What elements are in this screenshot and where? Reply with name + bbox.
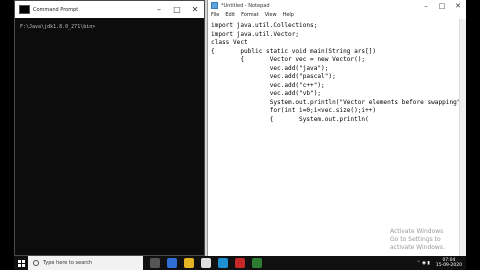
notepad-minimize-button[interactable]: – (418, 0, 434, 11)
watermark-title: Activate Windows (390, 228, 444, 235)
watermark-subtitle: Go to Settings to activate Windows. (390, 236, 445, 251)
taskbar-search-box[interactable]: Type here to search (28, 256, 143, 270)
cmd-prompt-line: F:\Java\jdk1.8.0_271\bin> (20, 24, 96, 30)
command-prompt-window[interactable]: Command Prompt – □ ✕ F:\Java\jdk1.8.0_27… (14, 0, 205, 256)
code-line: for(int i=0;i<vec.size();i++) (211, 107, 377, 114)
edge-icon[interactable] (167, 258, 177, 268)
system-tray: ⌃ ◉ ▮ 07:04 15-09-2020 (417, 256, 462, 270)
cmd-title: Command Prompt (33, 6, 79, 13)
start-button[interactable] (14, 256, 28, 270)
search-icon (33, 260, 39, 266)
menu-file[interactable]: File (211, 12, 219, 18)
taskbar: Type here to search ⌃ ◉ ▮ 07:04 15-09-20… (14, 256, 466, 270)
letterbox-right (466, 0, 480, 270)
tray-icons[interactable]: ⌃ ◉ ▮ (417, 261, 430, 266)
notepad-app-icon (211, 2, 218, 9)
search-placeholder: Type here to search (43, 260, 93, 266)
taskbar-clock[interactable]: 07:04 15-09-2020 (436, 258, 462, 268)
code-line: vec.add("c++"); (211, 81, 325, 89)
file-explorer-icon[interactable] (184, 258, 194, 268)
notepad-menu-bar: File Edit Format View Help (208, 11, 466, 19)
notepad-maximize-button[interactable]: □ (434, 0, 450, 11)
code-line: vec.add("vb"); (211, 90, 322, 97)
code-line: { public static void main(String ars[]) (211, 47, 377, 55)
code-line: { System.out.println( (211, 115, 369, 123)
app-icon[interactable] (252, 258, 262, 268)
clock-date: 15-09-2020 (435, 263, 462, 268)
letterbox-left (0, 0, 14, 270)
code-line: vec.add("pascal"); (211, 73, 336, 80)
cmd-close-button[interactable]: ✕ (186, 1, 204, 18)
notepad-text-area[interactable]: import java.util.Collections; import java… (208, 19, 466, 127)
code-line: class Vect (211, 39, 248, 46)
windows-logo-icon (17, 259, 25, 267)
code-line: System.out.println("Vector elements befo… (211, 98, 465, 106)
cmd-maximize-button[interactable]: □ (168, 1, 186, 18)
code-line: import java.util.Vector; (211, 30, 300, 38)
mail-icon[interactable] (218, 258, 228, 268)
desktop: Command Prompt – □ ✕ F:\Java\jdk1.8.0_27… (14, 0, 466, 256)
code-line: vec.add("java"); (211, 64, 329, 72)
notepad-title: *Untitled - Notepad (221, 2, 270, 9)
menu-view[interactable]: View (265, 12, 277, 18)
app-icon[interactable] (235, 258, 245, 268)
menu-edit[interactable]: Edit (225, 12, 235, 18)
code-line: import java.util.Collections; (211, 22, 318, 29)
cmd-app-icon (19, 5, 30, 14)
cmd-title-bar[interactable]: Command Prompt – □ ✕ (15, 1, 204, 18)
notepad-title-bar[interactable]: *Untitled - Notepad – □ ✕ (208, 0, 466, 11)
menu-format[interactable]: Format (241, 12, 259, 18)
notepad-window[interactable]: *Untitled - Notepad – □ ✕ File Edit Form… (207, 0, 466, 256)
menu-help[interactable]: Help (283, 12, 294, 18)
activate-windows-watermark: Activate Windows Go to Settings to activ… (390, 228, 466, 252)
store-icon[interactable] (201, 258, 211, 268)
notepad-scrollbar[interactable] (459, 19, 466, 256)
task-view-icon[interactable] (150, 258, 160, 268)
cmd-console[interactable]: F:\Java\jdk1.8.0_271\bin> (15, 18, 204, 36)
cmd-minimize-button[interactable]: – (150, 1, 168, 18)
notepad-close-button[interactable]: ✕ (450, 0, 466, 11)
code-line: { Vector vec = new Vector(); (211, 56, 366, 63)
